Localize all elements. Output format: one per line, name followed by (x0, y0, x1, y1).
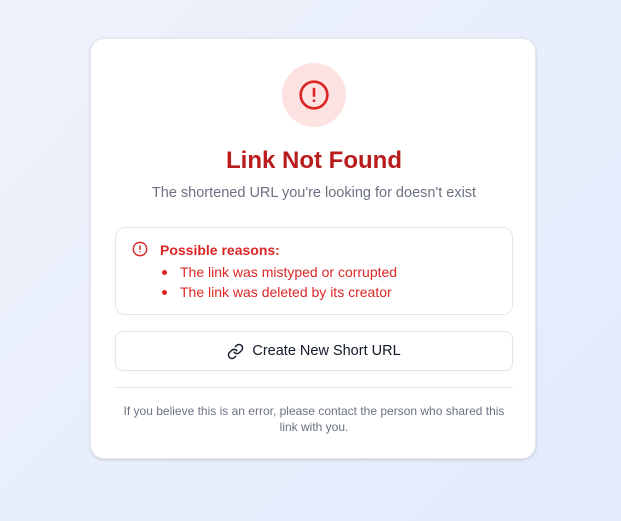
page-title: Link Not Found (226, 147, 402, 174)
divider (115, 387, 513, 388)
create-button-label: Create New Short URL (252, 343, 401, 359)
page-subtitle: The shortened URL you're looking for doe… (151, 185, 477, 201)
reason-item: The link was mistyped or corrupted (160, 262, 397, 282)
alert-circle-icon (132, 241, 148, 257)
link-icon (228, 343, 244, 359)
create-new-short-url-button[interactable]: Create New Short URL (115, 331, 513, 371)
alert-circle-icon (299, 80, 329, 110)
reason-item: The link was deleted by its creator (160, 282, 397, 302)
footer-note: If you believe this is an error, please … (123, 404, 505, 434)
error-icon-badge (282, 63, 346, 127)
error-card: Link Not Found The shortened URL you're … (90, 38, 536, 459)
reasons-list: The link was mistyped or corrupted The l… (160, 262, 397, 302)
reasons-heading: Possible reasons: (160, 242, 280, 258)
possible-reasons-box: Possible reasons: The link was mistyped … (115, 227, 513, 315)
